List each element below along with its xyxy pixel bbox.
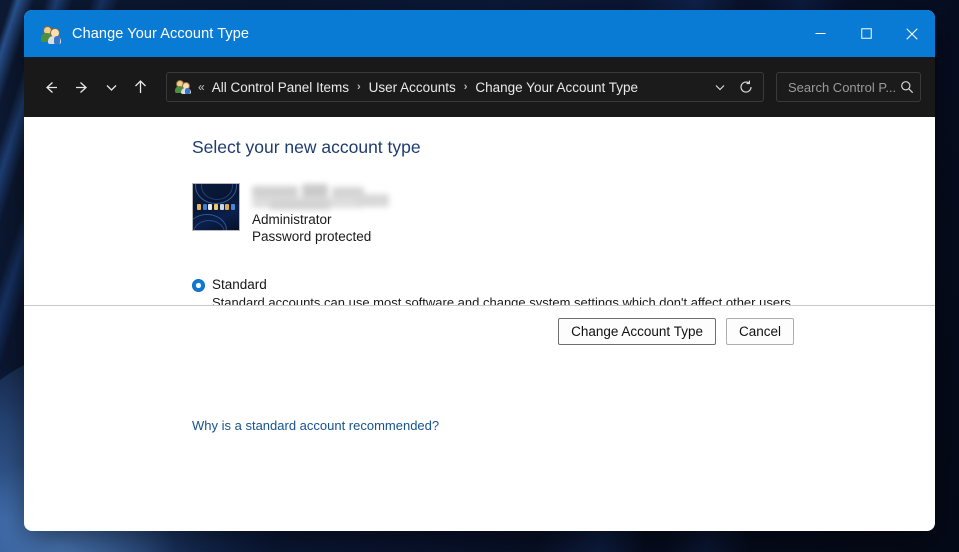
- search-input[interactable]: [786, 78, 900, 96]
- forward-button[interactable]: [66, 71, 98, 103]
- minimize-button[interactable]: [797, 10, 843, 57]
- maximize-button[interactable]: [843, 10, 889, 57]
- footer-buttons: Change Account Type Cancel: [24, 306, 935, 345]
- window-titlebar[interactable]: Change Your Account Type: [24, 10, 935, 57]
- breadcrumb-separator: ›: [357, 81, 361, 93]
- search-box[interactable]: [776, 72, 921, 102]
- control-panel-window: Change Your Account Type « All Control P…: [24, 10, 935, 531]
- account-type-label: Administrator: [252, 212, 332, 227]
- radio-standard[interactable]: [192, 279, 205, 292]
- account-details: Administrator Password protected: [252, 183, 389, 245]
- chevron-down-icon[interactable]: [707, 74, 733, 100]
- breadcrumb-all-control-panel-items[interactable]: All Control Panel Items: [212, 80, 349, 95]
- page-title: Select your new account type: [192, 137, 421, 157]
- why-standard-account-link[interactable]: Why is a standard account recommended?: [192, 418, 439, 433]
- cancel-button[interactable]: Cancel: [725, 318, 794, 345]
- search-icon[interactable]: [900, 80, 914, 94]
- address-overflow-chevrons[interactable]: «: [198, 80, 205, 94]
- desktop-background: Change Your Account Type « All Control P…: [0, 0, 959, 552]
- breadcrumb-separator: ›: [463, 81, 468, 93]
- refresh-icon[interactable]: [733, 74, 759, 100]
- content-area: Select your new account type Administrat…: [24, 117, 935, 433]
- address-user-accounts-icon: [175, 79, 191, 95]
- avatar-taskbar: [197, 203, 235, 210]
- window-controls: [797, 10, 935, 57]
- account-password-status: Password protected: [252, 229, 372, 244]
- avatar: [192, 183, 240, 231]
- recent-locations-button[interactable]: [98, 71, 124, 103]
- account-summary: Administrator Password protected: [192, 183, 935, 245]
- window-footer: Change Account Type Cancel: [24, 305, 935, 418]
- close-button[interactable]: [889, 10, 935, 57]
- back-button[interactable]: [34, 71, 66, 103]
- breadcrumb-user-accounts[interactable]: User Accounts: [369, 80, 456, 95]
- up-button[interactable]: [124, 71, 156, 103]
- option-standard-label[interactable]: Standard: [212, 277, 267, 292]
- breadcrumb-change-your-account-type[interactable]: Change Your Account Type: [475, 80, 638, 95]
- address-bar[interactable]: « All Control Panel Items › User Account…: [166, 72, 764, 102]
- change-account-type-button[interactable]: Change Account Type: [558, 318, 716, 345]
- window-title: Change Your Account Type: [72, 25, 250, 42]
- user-accounts-icon: [41, 24, 61, 44]
- navigation-toolbar: « All Control Panel Items › User Account…: [24, 57, 935, 117]
- account-name-redacted: [252, 184, 389, 211]
